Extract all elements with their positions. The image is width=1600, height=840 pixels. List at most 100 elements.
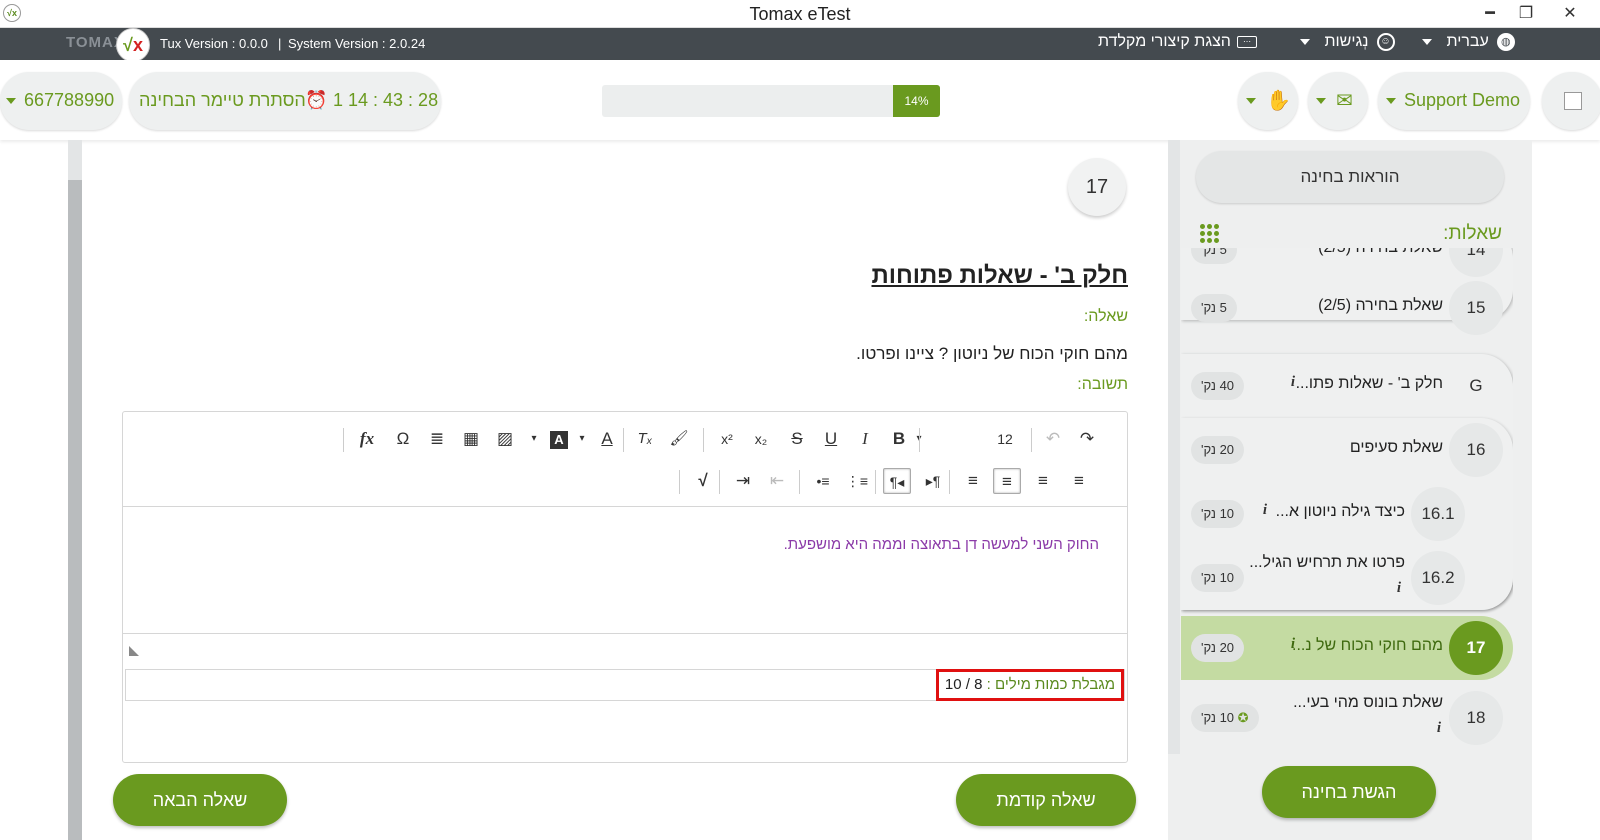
section-title: חלק ב' - שאלות פתוחות <box>871 262 1128 289</box>
chevron-down-icon <box>1246 98 1256 104</box>
format-painter-icon[interactable]: 🖌 <box>665 426 693 452</box>
toolbar-separator <box>799 470 800 494</box>
submit-exam-button[interactable]: הגשת בחינה <box>1262 766 1436 818</box>
exam-id-menu[interactable]: 667788990 <box>0 72 122 130</box>
justify-icon[interactable]: ≡ <box>959 468 987 494</box>
background-color-icon[interactable]: A <box>550 431 568 449</box>
undo-button[interactable]: ↶ <box>1039 426 1067 452</box>
chat-icon: ✉ <box>1336 90 1353 112</box>
sidebar-scrollbar[interactable] <box>1168 140 1180 754</box>
strikethrough-button[interactable]: S <box>783 426 811 452</box>
question-list-item[interactable]: 15 שאלת בחירה (2/5) 5 נק' <box>1181 276 1513 340</box>
logo-icon: √x <box>116 28 150 62</box>
question-item-points: 10 נק' <box>1191 564 1245 592</box>
horizontal-line-icon[interactable]: ≣ <box>423 426 451 452</box>
question-item-number: 14 <box>1449 248 1503 277</box>
numbered-list-icon[interactable]: ⋮≡ <box>843 468 871 494</box>
previous-question-button[interactable]: שאלה קודמת <box>956 774 1136 826</box>
underline-button[interactable]: U <box>817 426 845 452</box>
info-icon[interactable]: i <box>1291 374 1295 391</box>
bold-button[interactable]: B <box>885 426 913 452</box>
special-character-icon[interactable]: Ω <box>389 426 417 452</box>
question-list-item[interactable]: 16 שאלת סעיפים 20 נק' <box>1181 418 1513 482</box>
question-list-item[interactable]: G חלק ב' - שאלות פתו... i 40 נק' <box>1181 354 1513 418</box>
superscript-button[interactable]: x² <box>713 426 741 452</box>
question-item-number: 16 <box>1449 423 1503 477</box>
exam-instructions-button[interactable]: הוראות בחינה <box>1196 151 1504 203</box>
accessibility-menu[interactable]: ☺ נְגישות <box>1300 33 1395 51</box>
question-item-points: ✪ 10 נק' <box>1191 704 1259 732</box>
formula-icon[interactable]: fx <box>353 426 381 452</box>
question-item-number: G <box>1469 376 1483 395</box>
align-right-icon[interactable]: ≡ <box>993 468 1021 494</box>
align-center-icon[interactable]: ≡ <box>1029 468 1057 494</box>
exam-timer: 1 14 : 43 : 28 <box>333 90 439 110</box>
word-count: 8 / 10 <box>944 676 983 693</box>
answer-label: תשובה: <box>1077 376 1128 393</box>
increase-indent-icon[interactable]: ⇥ <box>729 468 757 494</box>
text-color-button[interactable]: A <box>593 426 621 452</box>
decrease-indent-icon[interactable]: ⇤ <box>763 468 791 494</box>
question-list-item[interactable]: 18 שאלת בונוס מהי בעי... i ✪ 10 נק' <box>1181 686 1513 750</box>
exam-progress-bar: 14% <box>602 85 940 117</box>
tux-version: Tux Version : 0.0.0 <box>160 36 268 51</box>
grid-view-icon[interactable] <box>1200 224 1220 244</box>
background-color-dropdown[interactable]: ▾ <box>527 426 541 452</box>
question-number: 17 <box>1068 158 1126 216</box>
question-label: שאלה: <box>1083 308 1128 325</box>
image-icon[interactable]: ▨ <box>491 426 519 452</box>
raise-hand-menu[interactable]: ✋ <box>1238 72 1298 130</box>
clear-format-button[interactable]: Tₓ <box>631 426 659 452</box>
question-text: מהם חוקי הכוח של ניוטון ? ציינו ופרטו. <box>856 344 1128 363</box>
bonus-medal-icon: ✪ <box>1237 710 1249 725</box>
messages-menu[interactable]: ✉ <box>1308 72 1368 130</box>
info-icon[interactable]: i <box>1291 636 1295 653</box>
question-item-points: 20 נק' <box>1191 634 1245 662</box>
info-icon[interactable]: i <box>1397 580 1401 597</box>
hide-timer-toggle[interactable]: הסתרת טיימר הבחינה <box>139 90 306 111</box>
question-item-number: 16.2 <box>1411 551 1465 605</box>
user-avatar[interactable] <box>1542 72 1600 130</box>
question-item-title: מהם חוקי הכוח של נ... <box>1292 637 1443 654</box>
question-item-number: 18 <box>1449 691 1503 745</box>
question-list-item[interactable]: 16.1 כיצד גילה ניוטון א... i 10 נק' <box>1181 482 1513 546</box>
italic-button[interactable]: I <box>851 426 879 452</box>
language-menu[interactable]: ◍ עברית <box>1422 33 1515 51</box>
question-item-points: 5 נק' <box>1191 294 1237 322</box>
version-separator: | <box>278 36 282 51</box>
question-list-item[interactable]: 16.2 פרטו את תרחיש הגיל... i 10 נק' <box>1181 546 1513 610</box>
restore-button[interactable]: ❐ <box>1504 0 1548 28</box>
raise-hand-icon: ✋ <box>1266 90 1291 112</box>
accessibility-icon: ☺ <box>1376 33 1395 51</box>
ltr-direction-icon[interactable]: ▸¶ <box>919 468 947 494</box>
font-size-select[interactable]: 12 <box>985 426 1025 452</box>
keyboard-shortcuts-button[interactable]: ⋯ הצגת קיצורי מקלדת <box>1098 33 1257 51</box>
close-button[interactable]: ✕ <box>1548 0 1592 28</box>
subscript-button[interactable]: x₂ <box>747 426 775 452</box>
redo-button[interactable]: ↷ <box>1073 426 1101 452</box>
table-icon[interactable]: ▦ <box>457 426 485 452</box>
next-question-button[interactable]: שאלה הבאה <box>113 774 287 826</box>
question-list-item-active[interactable]: 17 מהם חוקי הכוח של נ... i 20 נק' <box>1181 616 1513 680</box>
answer-text-area[interactable]: החוק השני למעשה דן בתאוצה וממה היא מושפע… <box>123 508 1127 634</box>
system-version: System Version : 2.0.24 <box>288 36 426 51</box>
user-menu[interactable]: Support Demo <box>1378 72 1530 130</box>
square-root-icon[interactable]: √ <box>689 468 717 494</box>
avatar-image-icon <box>1564 92 1582 110</box>
toolbar-separator <box>703 428 704 452</box>
question-item-number: 16.1 <box>1411 487 1465 541</box>
question-item-title: שאלת בחירה (2/5) <box>1318 297 1443 314</box>
rtl-direction-icon[interactable]: ¶◂ <box>883 468 911 494</box>
editor-toolbar: ↷ ↶ 12 ▾ B I U S x₂ x² 🖌 Tₓ A ▾ A ▾ ▨ ▦ … <box>123 412 1127 507</box>
question-item-points: 10 נק' <box>1191 500 1245 528</box>
align-left-icon[interactable]: ≡ <box>1065 468 1093 494</box>
question-item-title: שאלת בחירה (2/5) <box>1318 248 1443 257</box>
info-icon[interactable]: i <box>1437 720 1441 737</box>
questions-list: 14 שאלת בחירה (2/5) 5 נק' 15 שאלת בחירה … <box>1181 248 1513 754</box>
toolbar-separator <box>343 428 344 452</box>
info-icon[interactable]: i <box>1263 502 1267 519</box>
bulleted-list-icon[interactable]: •≡ <box>809 468 837 494</box>
resize-handle-icon[interactable] <box>129 646 139 656</box>
question-item-title: כיצד גילה ניוטון א... <box>1275 503 1405 520</box>
text-color-dropdown[interactable]: ▾ <box>575 426 589 452</box>
